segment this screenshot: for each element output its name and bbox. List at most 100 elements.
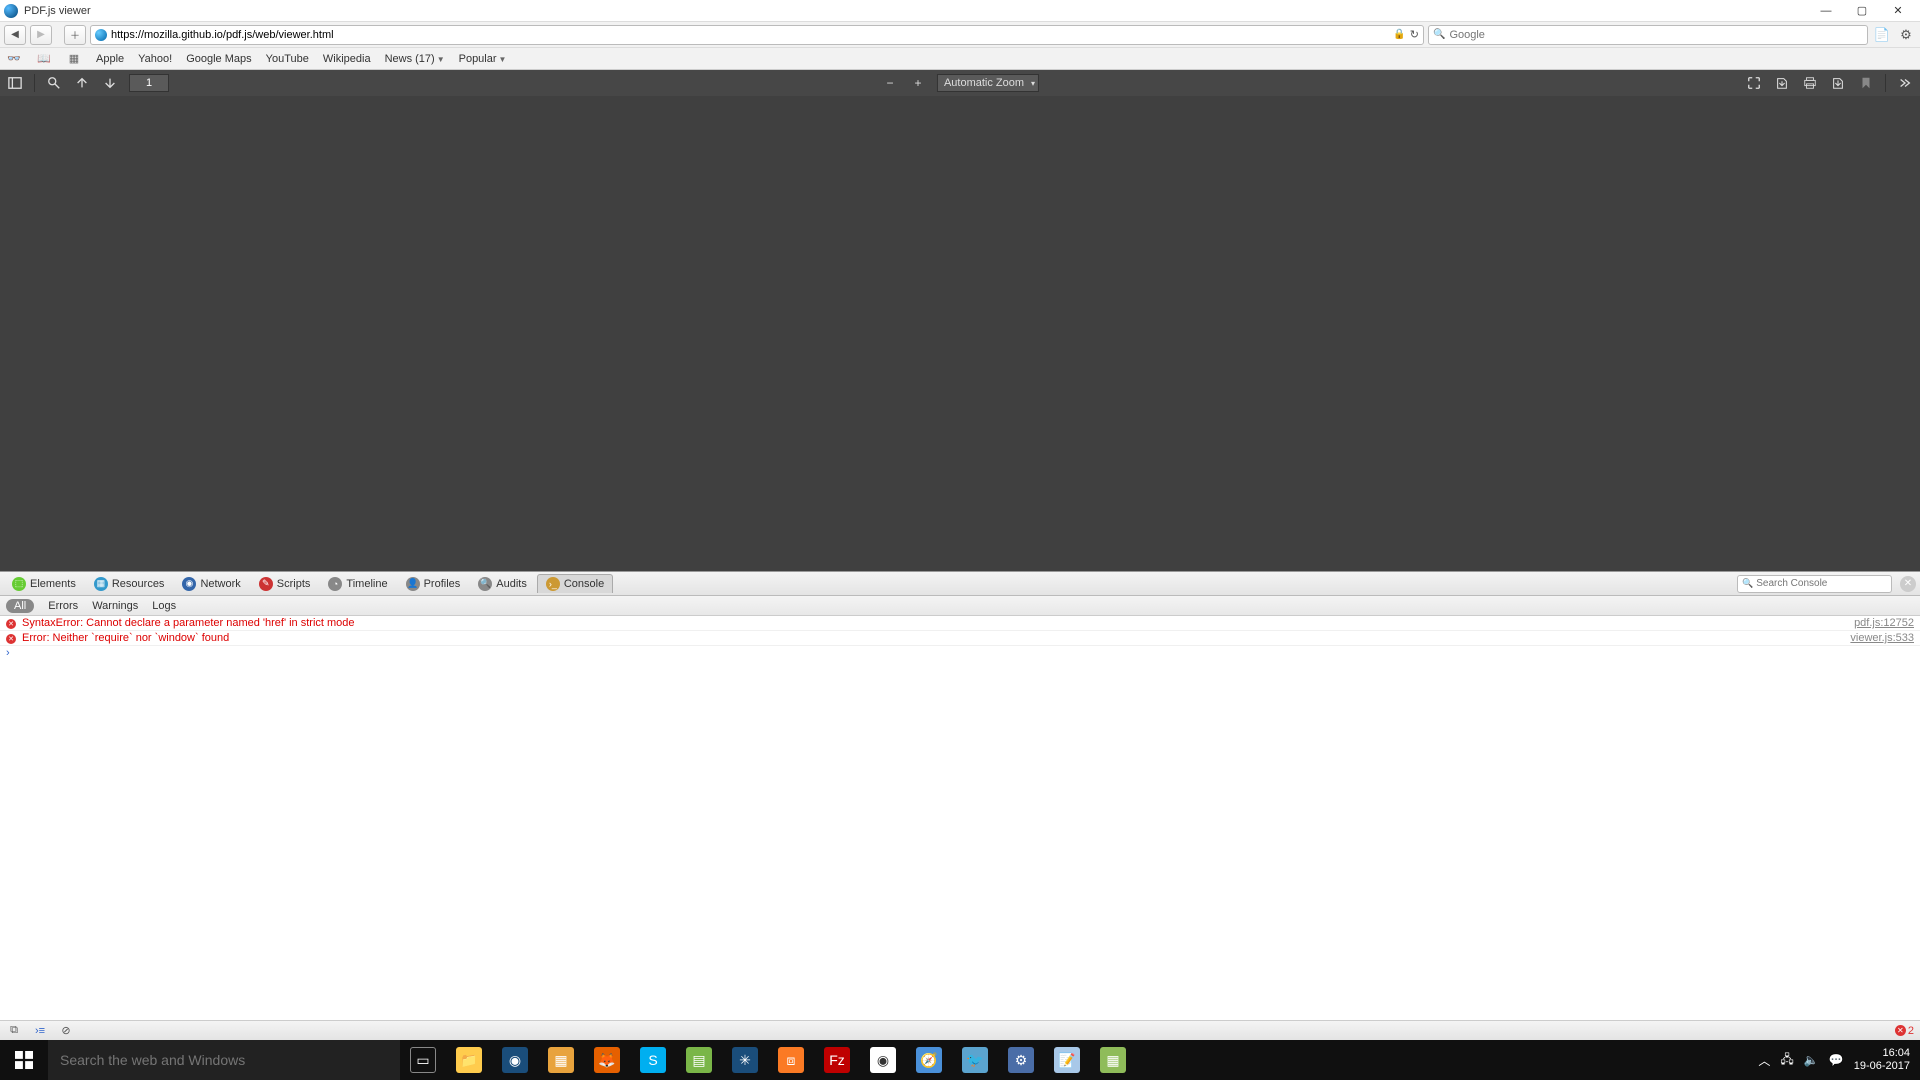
bookmark-googlemaps[interactable]: Google Maps — [186, 53, 251, 65]
reload-button[interactable]: ↻ — [1410, 28, 1419, 41]
clock-date: 19-06-2017 — [1854, 1060, 1910, 1073]
taskbar-app-safari[interactable]: 🧭 — [906, 1040, 952, 1080]
bookmark-news[interactable]: News (17)▼ — [385, 53, 445, 65]
prev-page-button[interactable] — [73, 74, 91, 92]
open-file-button[interactable] — [1773, 74, 1791, 92]
windows-taskbar: ▭ 📁 ◉ ▦ 🦊 S ▤ ✳ ⧈ Fz ◉ 🧭 🐦 ⚙ 📝 ▦ ︿ 🖧 🔈 💬… — [0, 1040, 1920, 1080]
tray-volume-icon[interactable]: 🔈 — [1804, 1053, 1819, 1067]
window-titlebar: PDF.js viewer — ▢ ✕ — [0, 0, 1920, 22]
tray-network-icon[interactable]: 🖧 — [1780, 1050, 1793, 1071]
zoom-out-button[interactable]: − — [881, 74, 899, 92]
devtools-tab-profiles[interactable]: 👤Profiles — [398, 575, 469, 593]
taskbar-app-1[interactable]: ◉ — [492, 1040, 538, 1080]
reader-icon[interactable]: 👓 — [6, 52, 22, 66]
minimize-button[interactable]: — — [1808, 2, 1844, 20]
console-source-link[interactable]: viewer.js:533 — [1850, 632, 1914, 644]
close-button[interactable]: ✕ — [1880, 2, 1916, 20]
find-button[interactable] — [45, 74, 63, 92]
taskbar-app-explorer[interactable]: 📁 — [446, 1040, 492, 1080]
taskbar-app-6[interactable]: ⚙ — [998, 1040, 1044, 1080]
zoom-in-button[interactable]: + — [909, 74, 927, 92]
devtools-search-input[interactable] — [1756, 578, 1888, 589]
lock-icon: 🔒 — [1393, 29, 1405, 40]
bookmarks-bar: 👓 📖 ▦ Apple Yahoo! Google Maps YouTube W… — [0, 48, 1920, 70]
bookmark-yahoo[interactable]: Yahoo! — [138, 53, 172, 65]
filter-all[interactable]: All — [6, 599, 34, 613]
console-message: SyntaxError: Cannot declare a parameter … — [22, 617, 1854, 629]
devtools-tab-network[interactable]: ◉Network — [174, 575, 248, 593]
system-tray: ︿ 🖧 🔈 💬 16:04 19-06-2017 — [1748, 1047, 1920, 1073]
presentation-button[interactable] — [1745, 74, 1763, 92]
add-tab-button[interactable]: ＋ — [64, 25, 86, 45]
bookmark-youtube[interactable]: YouTube — [266, 53, 309, 65]
devtools-tabs: ⬚Elements ▦Resources ◉Network ✎Scripts ◔… — [0, 572, 1920, 596]
app-icon — [4, 4, 18, 18]
filter-logs[interactable]: Logs — [152, 600, 176, 612]
settings-gear-button[interactable]: ⚙ — [1896, 25, 1916, 45]
console-output: ✕ SyntaxError: Cannot declare a paramete… — [0, 616, 1920, 968]
devtools-tab-console[interactable]: ›_Console — [537, 574, 613, 593]
url-bar[interactable]: 🔒 ↻ — [90, 25, 1424, 45]
clock-time: 16:04 — [1854, 1047, 1910, 1060]
filter-errors[interactable]: Errors — [48, 600, 78, 612]
console-source-link[interactable]: pdf.js:12752 — [1854, 617, 1914, 629]
bookmark-wikipedia[interactable]: Wikipedia — [323, 53, 371, 65]
tray-notifications-icon[interactable]: 💬 — [1829, 1053, 1844, 1067]
bookmark-button[interactable] — [1857, 74, 1875, 92]
taskbar-app-2[interactable]: ▦ — [538, 1040, 584, 1080]
console-message: Error: Neither `require` nor `window` fo… — [22, 632, 1850, 644]
back-button[interactable]: ◀ — [4, 25, 26, 45]
task-view-button[interactable]: ▭ — [400, 1040, 446, 1080]
tools-more-button[interactable] — [1896, 74, 1914, 92]
taskbar-app-firefox[interactable]: 🦊 — [584, 1040, 630, 1080]
error-icon: ✕ — [6, 619, 16, 629]
taskbar-app-5[interactable]: 🐦 — [952, 1040, 998, 1080]
start-button[interactable] — [0, 1040, 48, 1080]
devtools-tab-scripts[interactable]: ✎Scripts — [251, 575, 319, 593]
globe-icon — [95, 29, 107, 41]
maximize-button[interactable]: ▢ — [1844, 2, 1880, 20]
dock-button[interactable]: ⧉ — [6, 1024, 22, 1038]
taskbar-app-filezilla[interactable]: Fz — [814, 1040, 860, 1080]
apps-grid-icon[interactable]: ▦ — [66, 52, 82, 66]
taskbar-app-7[interactable]: ▦ — [1090, 1040, 1136, 1080]
print-button[interactable] — [1801, 74, 1819, 92]
devtools-tab-resources[interactable]: ▦Resources — [86, 575, 173, 593]
search-bar[interactable]: 🔍 — [1428, 25, 1868, 45]
taskbar-app-xampp[interactable]: ⧈ — [768, 1040, 814, 1080]
page-number-input[interactable] — [129, 74, 169, 92]
url-input[interactable] — [111, 29, 1389, 41]
download-button[interactable] — [1829, 74, 1847, 92]
search-input[interactable] — [1449, 29, 1863, 41]
console-prompt[interactable]: › — [0, 646, 1920, 660]
devtools-close-button[interactable]: ✕ — [1900, 576, 1916, 592]
bookmark-apple[interactable]: Apple — [96, 53, 124, 65]
forward-button[interactable]: ▶ — [30, 25, 52, 45]
taskbar-app-4[interactable]: ✳ — [722, 1040, 768, 1080]
console-error-row: ✕ SyntaxError: Cannot declare a paramete… — [0, 616, 1920, 631]
taskbar-app-chrome[interactable]: ◉ — [860, 1040, 906, 1080]
error-count-badge[interactable]: ✕2 — [1895, 1025, 1914, 1037]
tray-chevron-icon[interactable]: ︿ — [1758, 1052, 1770, 1069]
filter-warnings[interactable]: Warnings — [92, 600, 138, 612]
new-page-button[interactable]: 📄 — [1872, 25, 1892, 45]
bookmark-popular[interactable]: Popular▼ — [459, 53, 507, 65]
sidebar-toggle-button[interactable] — [6, 74, 24, 92]
book-icon[interactable]: 📖 — [36, 52, 52, 66]
devtools-tab-timeline[interactable]: ◔Timeline — [320, 575, 395, 593]
devtools-tab-audits[interactable]: 🔍Audits — [470, 575, 535, 593]
taskbar-app-skype[interactable]: S — [630, 1040, 676, 1080]
console-toggle-button[interactable]: ›≡ — [32, 1024, 48, 1038]
pdf-viewer-area[interactable] — [0, 96, 1920, 571]
taskbar-app-3[interactable]: ▤ — [676, 1040, 722, 1080]
devtools-tab-elements[interactable]: ⬚Elements — [4, 575, 84, 593]
tray-clock[interactable]: 16:04 19-06-2017 — [1854, 1047, 1910, 1073]
error-icon: ✕ — [6, 634, 16, 644]
taskbar-search[interactable] — [48, 1040, 400, 1080]
taskbar-search-input[interactable] — [60, 1052, 388, 1068]
taskbar-app-notepad[interactable]: 📝 — [1044, 1040, 1090, 1080]
devtools-search[interactable]: 🔍 — [1737, 575, 1892, 593]
zoom-select[interactable]: Automatic Zoom — [937, 74, 1039, 92]
clear-button[interactable]: ⊘ — [58, 1024, 74, 1038]
next-page-button[interactable] — [101, 74, 119, 92]
